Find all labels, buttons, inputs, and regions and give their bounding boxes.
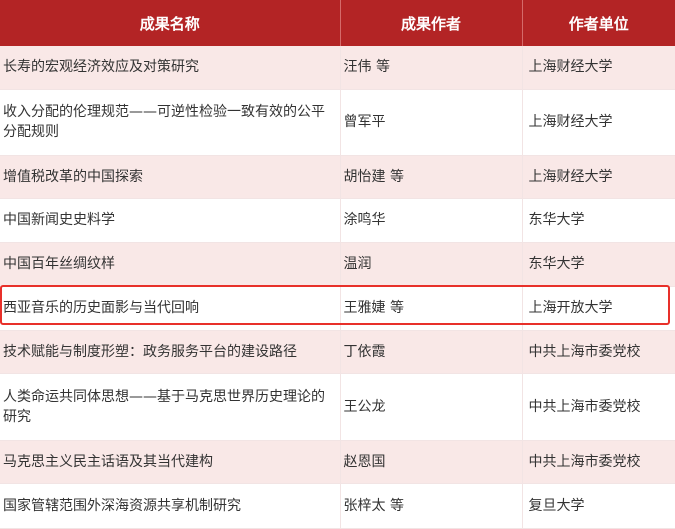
cell-org: 复旦大学 (522, 483, 675, 529)
cell-org: 上海财经大学 (522, 46, 675, 90)
table-row: 人类命运共同体思想——基于马克思世界历史理论的研究 王公龙 中共上海市委党校 (0, 373, 675, 441)
cell-name: 中国新闻史史料学 (0, 198, 341, 243)
header-row: 成果名称 成果作者 作者单位 (0, 0, 675, 46)
table-row: 技术赋能与制度形塑：政务服务平台的建设路径 丁依霞 中共上海市委党校 (0, 330, 675, 374)
header-org: 作者单位 (522, 0, 675, 46)
table-row: 马克思主义民主话语及其当代建构 赵恩国 中共上海市委党校 (0, 440, 675, 484)
cell-org: 中共上海市委党校 (522, 373, 675, 441)
table-row: 中国新闻史史料学 涂鸣华 东华大学 (0, 198, 675, 243)
cell-org: 上海财经大学 (522, 89, 675, 156)
cell-author: 张梓太 等 (340, 483, 523, 529)
table-row: 收入分配的伦理规范——可逆性检验一致有效的公平分配规则 曾军平 上海财经大学 (0, 89, 675, 156)
cell-org: 东华大学 (522, 198, 675, 243)
header-author: 成果作者 (340, 0, 523, 46)
cell-org: 东华大学 (522, 242, 675, 287)
table-row: 中国百年丝绸纹样 温润 东华大学 (0, 242, 675, 287)
table-row: 长寿的宏观经济效应及对策研究 汪伟 等 上海财经大学 (0, 46, 675, 90)
cell-author: 温润 (340, 242, 523, 287)
cell-org: 中共上海市委党校 (522, 330, 675, 374)
cell-name: 中国百年丝绸纹样 (0, 242, 341, 287)
cell-name: 长寿的宏观经济效应及对策研究 (0, 46, 341, 90)
table-row: 国家管辖范围外深海资源共享机制研究 张梓太 等 复旦大学 (0, 483, 675, 529)
cell-author: 王公龙 (340, 373, 523, 441)
cell-author: 胡怡建 等 (340, 155, 523, 199)
results-table: 成果名称 成果作者 作者单位 长寿的宏观经济效应及对策研究 汪伟 等 上海财经大… (0, 0, 675, 529)
cell-name: 国家管辖范围外深海资源共享机制研究 (0, 483, 341, 529)
cell-name: 技术赋能与制度形塑：政务服务平台的建设路径 (0, 330, 341, 374)
cell-author: 汪伟 等 (340, 46, 523, 90)
table-row: 增值税改革的中国探索 胡怡建 等 上海财经大学 (0, 155, 675, 199)
cell-org: 中共上海市委党校 (522, 440, 675, 484)
cell-author: 丁依霞 (340, 330, 523, 374)
header-name: 成果名称 (0, 0, 341, 46)
cell-name: 人类命运共同体思想——基于马克思世界历史理论的研究 (0, 373, 341, 441)
cell-author: 王雅婕 等 (340, 286, 523, 331)
cell-org: 上海开放大学 (522, 286, 675, 331)
cell-name: 收入分配的伦理规范——可逆性检验一致有效的公平分配规则 (0, 89, 341, 156)
table-body: 长寿的宏观经济效应及对策研究 汪伟 等 上海财经大学 收入分配的伦理规范——可逆… (0, 46, 675, 529)
cell-author: 曾军平 (340, 89, 523, 156)
cell-org: 上海财经大学 (522, 155, 675, 199)
cell-name: 增值税改革的中国探索 (0, 155, 341, 199)
results-table-container: 成果名称 成果作者 作者单位 长寿的宏观经济效应及对策研究 汪伟 等 上海财经大… (0, 0, 675, 529)
cell-author: 涂鸣华 (340, 198, 523, 243)
table-row-highlighted: 西亚音乐的历史面影与当代回响 王雅婕 等 上海开放大学 (0, 286, 675, 331)
cell-name: 马克思主义民主话语及其当代建构 (0, 440, 341, 484)
cell-author: 赵恩国 (340, 440, 523, 484)
cell-name: 西亚音乐的历史面影与当代回响 (0, 286, 341, 331)
table-header: 成果名称 成果作者 作者单位 (0, 0, 675, 46)
